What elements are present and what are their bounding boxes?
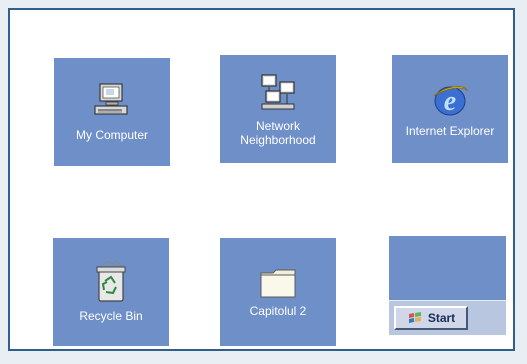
start-button-label: Start xyxy=(427,311,456,325)
desktop-icon-my-computer[interactable]: My Computer xyxy=(54,58,170,166)
desktop-icon-network-neighborhood[interactable]: Network Neighborhood xyxy=(220,55,336,163)
desktop-icon-capitolul-2[interactable]: Capitolul 2 xyxy=(220,238,336,346)
internet-explorer-icon: e xyxy=(433,86,468,117)
recycle-bin-icon xyxy=(96,261,126,302)
desktop-taskbar-preview: Start xyxy=(389,236,506,335)
taskbar: Start xyxy=(389,300,506,335)
window-frame: My Computer Network Neighborhood e Inter… xyxy=(8,8,515,351)
start-button[interactable]: Start xyxy=(394,306,468,330)
desktop-icon-label: Internet Explorer xyxy=(405,124,495,138)
windows-logo-icon xyxy=(408,312,421,323)
desktop-icon-label: Recycle Bin xyxy=(79,309,143,323)
network-icon xyxy=(261,74,295,110)
desktop-icon-recycle-bin[interactable]: Recycle Bin xyxy=(53,238,169,346)
folder-icon xyxy=(260,269,296,298)
computer-icon xyxy=(94,83,128,115)
desktop-icon-label: Capitolul 2 xyxy=(249,304,307,318)
desktop-icon-internet-explorer[interactable]: e Internet Explorer xyxy=(392,55,508,163)
svg-text:e: e xyxy=(444,86,456,117)
desktop-icon-label: My Computer xyxy=(75,128,149,142)
desktop-icon-label: Network Neighborhood xyxy=(240,119,316,147)
